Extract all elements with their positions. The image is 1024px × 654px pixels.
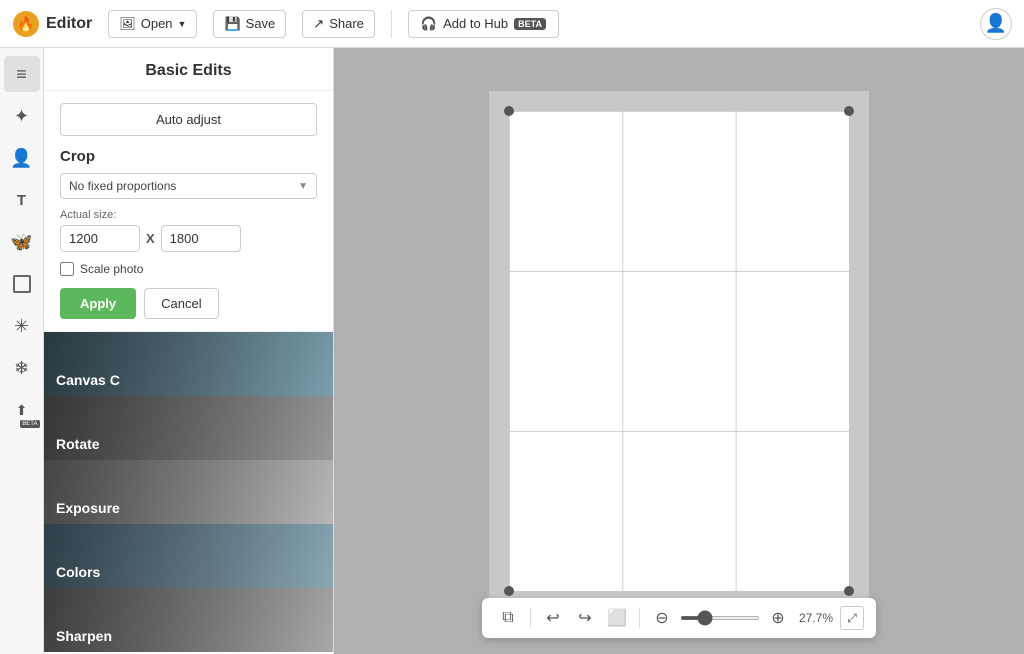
toolbar-divider-2 [639, 608, 640, 628]
expand-button[interactable]: ⤢ [840, 606, 864, 630]
save-button[interactable]: 💾 Save [213, 10, 286, 38]
sidebar-item-stickers[interactable]: 🦋 [4, 224, 40, 260]
sidebar-item-portrait[interactable]: 👤 [4, 140, 40, 176]
canvas-image [509, 111, 849, 591]
sidebar-item-effects[interactable]: ❄ [4, 350, 40, 386]
size-inputs: X [60, 225, 317, 252]
app-logo: 🔥 Editor [12, 10, 92, 38]
frame-icon [13, 275, 31, 293]
save-icon: 💾 [224, 16, 240, 32]
logo-icon: 🔥 [12, 10, 40, 38]
bottom-toolbar: ⧉ ↩ ↪ ⬜ ⊖ ⊕ 27.7% ⤢ [482, 598, 876, 638]
colors-section-tile[interactable]: Colors [44, 524, 333, 588]
crop-section: Crop No fixed proportions ▼ Actual size:… [44, 136, 333, 332]
undo-icon: ↩ [546, 608, 559, 628]
share-icon: ↗ [313, 16, 324, 32]
wand-icon: ✦ [14, 106, 29, 127]
cancel-button[interactable]: Cancel [144, 288, 218, 319]
chevron-down-icon: ▼ [178, 19, 187, 29]
svg-text:🔥: 🔥 [17, 16, 34, 33]
canvas-section-label: Canvas C [44, 364, 132, 396]
actual-size-row: Actual size: X [60, 209, 317, 252]
open-button[interactable]: 🖼 Open ▼ [108, 10, 197, 38]
scale-photo-label: Scale photo [80, 262, 143, 276]
app-name: Editor [46, 15, 92, 33]
layers-button[interactable]: ⧉ [494, 604, 522, 632]
beta-tools-icon: ⬆ [16, 402, 28, 419]
scale-photo-row: Scale photo [60, 262, 317, 276]
add-to-hub-button[interactable]: 🎧 Add to Hub BETA [408, 10, 559, 38]
layers-icon: ⧉ [502, 609, 513, 627]
share-button[interactable]: ↗ Share [302, 10, 375, 38]
user-avatar[interactable]: 👤 [980, 8, 1012, 40]
beta-badge: BETA [514, 18, 546, 30]
canvas-wrapper [489, 91, 869, 611]
rotate-section-tile[interactable]: Rotate [44, 396, 333, 460]
canvas-area: ⧉ ↩ ↪ ⬜ ⊖ ⊕ 27.7% ⤢ [334, 48, 1024, 654]
main-content: ≡ ✦ 👤 T 🦋 ✳ ❄ ⬆ Basic Edits Auto adjust [0, 48, 1024, 654]
handle-bottom-left[interactable] [504, 586, 514, 596]
icon-sidebar: ≡ ✦ 👤 T 🦋 ✳ ❄ ⬆ [0, 48, 44, 654]
sidebar-item-adjustments[interactable]: ≡ [4, 56, 40, 92]
apply-button[interactable]: Apply [60, 288, 136, 319]
colors-section-label: Colors [44, 556, 112, 588]
edit-panel: Basic Edits Auto adjust Crop No fixed pr… [44, 48, 334, 654]
zoom-out-button[interactable]: ⊖ [648, 604, 676, 632]
sidebar-item-magic[interactable]: ✦ [4, 98, 40, 134]
exposure-section-label: Exposure [44, 492, 132, 524]
zoom-out-icon: ⊖ [655, 608, 668, 628]
texture-icon: ✳ [14, 316, 29, 337]
sidebar-item-textures[interactable]: ✳ [4, 308, 40, 344]
text-icon: T [17, 192, 26, 209]
height-input[interactable] [161, 225, 241, 252]
sharpen-section-label: Sharpen [44, 620, 124, 652]
scale-photo-checkbox[interactable] [60, 262, 74, 276]
actual-size-label: Actual size: [60, 209, 317, 221]
avatar-icon: 👤 [985, 13, 1007, 34]
proportion-dropdown[interactable]: No fixed proportions ▼ [60, 173, 317, 199]
chevron-down-icon: ▼ [298, 181, 308, 192]
zoom-in-button[interactable]: ⊕ [764, 604, 792, 632]
canvas-section-tile[interactable]: Canvas C [44, 332, 333, 396]
butterfly-icon: 🦋 [10, 232, 32, 253]
zoom-percent: 27.7% [796, 611, 836, 625]
exposure-section-tile[interactable]: Exposure [44, 460, 333, 524]
header-divider [391, 10, 392, 38]
crop-title: Crop [60, 148, 317, 165]
panel-title: Basic Edits [44, 48, 333, 91]
sidebar-item-frames[interactable] [4, 266, 40, 302]
expand-icon: ⤢ [847, 611, 857, 626]
zoom-in-icon: ⊕ [771, 608, 784, 628]
sliders-icon: ≡ [16, 64, 27, 85]
sidebar-item-beta[interactable]: ⬆ [4, 392, 40, 428]
app-header: 🔥 Editor 🖼 Open ▼ 💾 Save ↗ Share 🎧 Add t… [0, 0, 1024, 48]
open-icon: 🖼 [119, 16, 136, 32]
crop-buttons: Apply Cancel [60, 288, 317, 319]
handle-top-left[interactable] [504, 106, 514, 116]
sidebar-item-text[interactable]: T [4, 182, 40, 218]
undo-button[interactable]: ↩ [539, 604, 567, 632]
effects-icon: ❄ [14, 358, 29, 379]
panel-scroll-area: Crop No fixed proportions ▼ Actual size:… [44, 136, 333, 654]
hub-icon: 🎧 [421, 16, 437, 32]
person-icon: 👤 [10, 148, 32, 169]
x-separator: X [146, 231, 155, 246]
compare-button[interactable]: ⬜ [603, 604, 631, 632]
redo-button[interactable]: ↪ [571, 604, 599, 632]
proportion-label: No fixed proportions [69, 179, 176, 193]
zoom-slider[interactable] [680, 616, 760, 620]
width-input[interactable] [60, 225, 140, 252]
toolbar-divider-1 [530, 608, 531, 628]
compare-icon: ⬜ [607, 608, 627, 628]
handle-bottom-right[interactable] [844, 586, 854, 596]
sharpen-section-tile[interactable]: Sharpen [44, 588, 333, 652]
rotate-section-label: Rotate [44, 428, 112, 460]
auto-adjust-button[interactable]: Auto adjust [60, 103, 317, 136]
handle-top-right[interactable] [844, 106, 854, 116]
redo-icon: ↪ [578, 608, 591, 628]
